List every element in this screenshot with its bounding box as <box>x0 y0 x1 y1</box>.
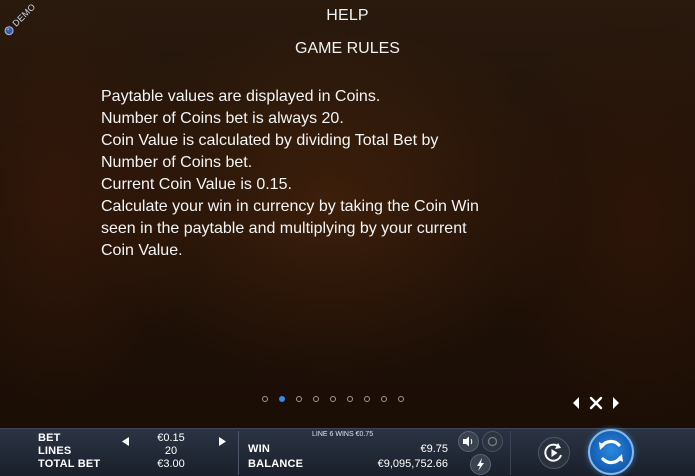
page-dot[interactable] <box>347 396 353 402</box>
page-dot[interactable] <box>330 396 336 402</box>
balance-value: €9,095,752.66 <box>377 458 448 470</box>
arrow-left-icon[interactable] <box>569 394 583 412</box>
rules-line: Coin Value. <box>101 242 183 259</box>
page-dot[interactable] <box>398 396 404 402</box>
win-value: €9.75 <box>420 443 448 455</box>
arrow-right-icon[interactable] <box>609 394 623 412</box>
page-indicator[interactable] <box>262 396 404 402</box>
total-bet-value: €3.00 <box>157 458 185 470</box>
help-navigation <box>569 394 623 412</box>
page-dot[interactable] <box>296 396 302 402</box>
rules-line: seen in the paytable and multiplying by … <box>101 220 467 237</box>
lines-value: 20 <box>164 445 178 457</box>
bottom-control-bar: BET LINES TOTAL BET €0.15 20 €3.00 LINE … <box>0 428 695 476</box>
rules-line: Paytable values are displayed in Coins. <box>101 88 381 105</box>
page-dot[interactable] <box>381 396 387 402</box>
settings-icon[interactable] <box>482 431 503 452</box>
bet-label: BET <box>38 432 61 444</box>
speaker-icon[interactable] <box>458 431 479 452</box>
bet-decrease-icon[interactable] <box>122 433 130 451</box>
page-dot[interactable] <box>364 396 370 402</box>
divider <box>238 431 239 475</box>
lightning-icon[interactable] <box>470 454 491 475</box>
line-win-message: LINE 6 WINS €0.75 <box>312 431 374 438</box>
rules-line: Calculate your win in currency by taking… <box>101 198 479 215</box>
win-label: WIN <box>248 443 270 455</box>
autoplay-icon[interactable] <box>538 437 570 469</box>
bet-increase-icon[interactable] <box>218 433 226 451</box>
rules-line: Number of Coins bet. <box>101 154 253 171</box>
balance-label: BALANCE <box>248 458 304 470</box>
close-icon[interactable] <box>587 394 605 412</box>
lines-label: LINES <box>38 445 72 457</box>
page-dot[interactable] <box>279 396 285 402</box>
section-title: GAME RULES <box>295 40 400 57</box>
page-dot[interactable] <box>313 396 319 402</box>
total-bet-label: TOTAL BET <box>38 458 101 470</box>
rules-text: Paytable values are displayed in Coins. … <box>101 86 571 262</box>
rules-line: Coin Value is calculated by dividing Tot… <box>101 132 439 149</box>
bet-value: €0.15 <box>157 432 185 444</box>
rules-line: Current Coin Value is 0.15. <box>101 176 292 193</box>
page-title: HELP <box>326 7 369 24</box>
divider <box>510 431 511 475</box>
page-dot[interactable] <box>262 396 268 402</box>
spin-icon[interactable] <box>588 429 634 475</box>
rules-line: Number of Coins bet is always 20. <box>101 110 344 127</box>
